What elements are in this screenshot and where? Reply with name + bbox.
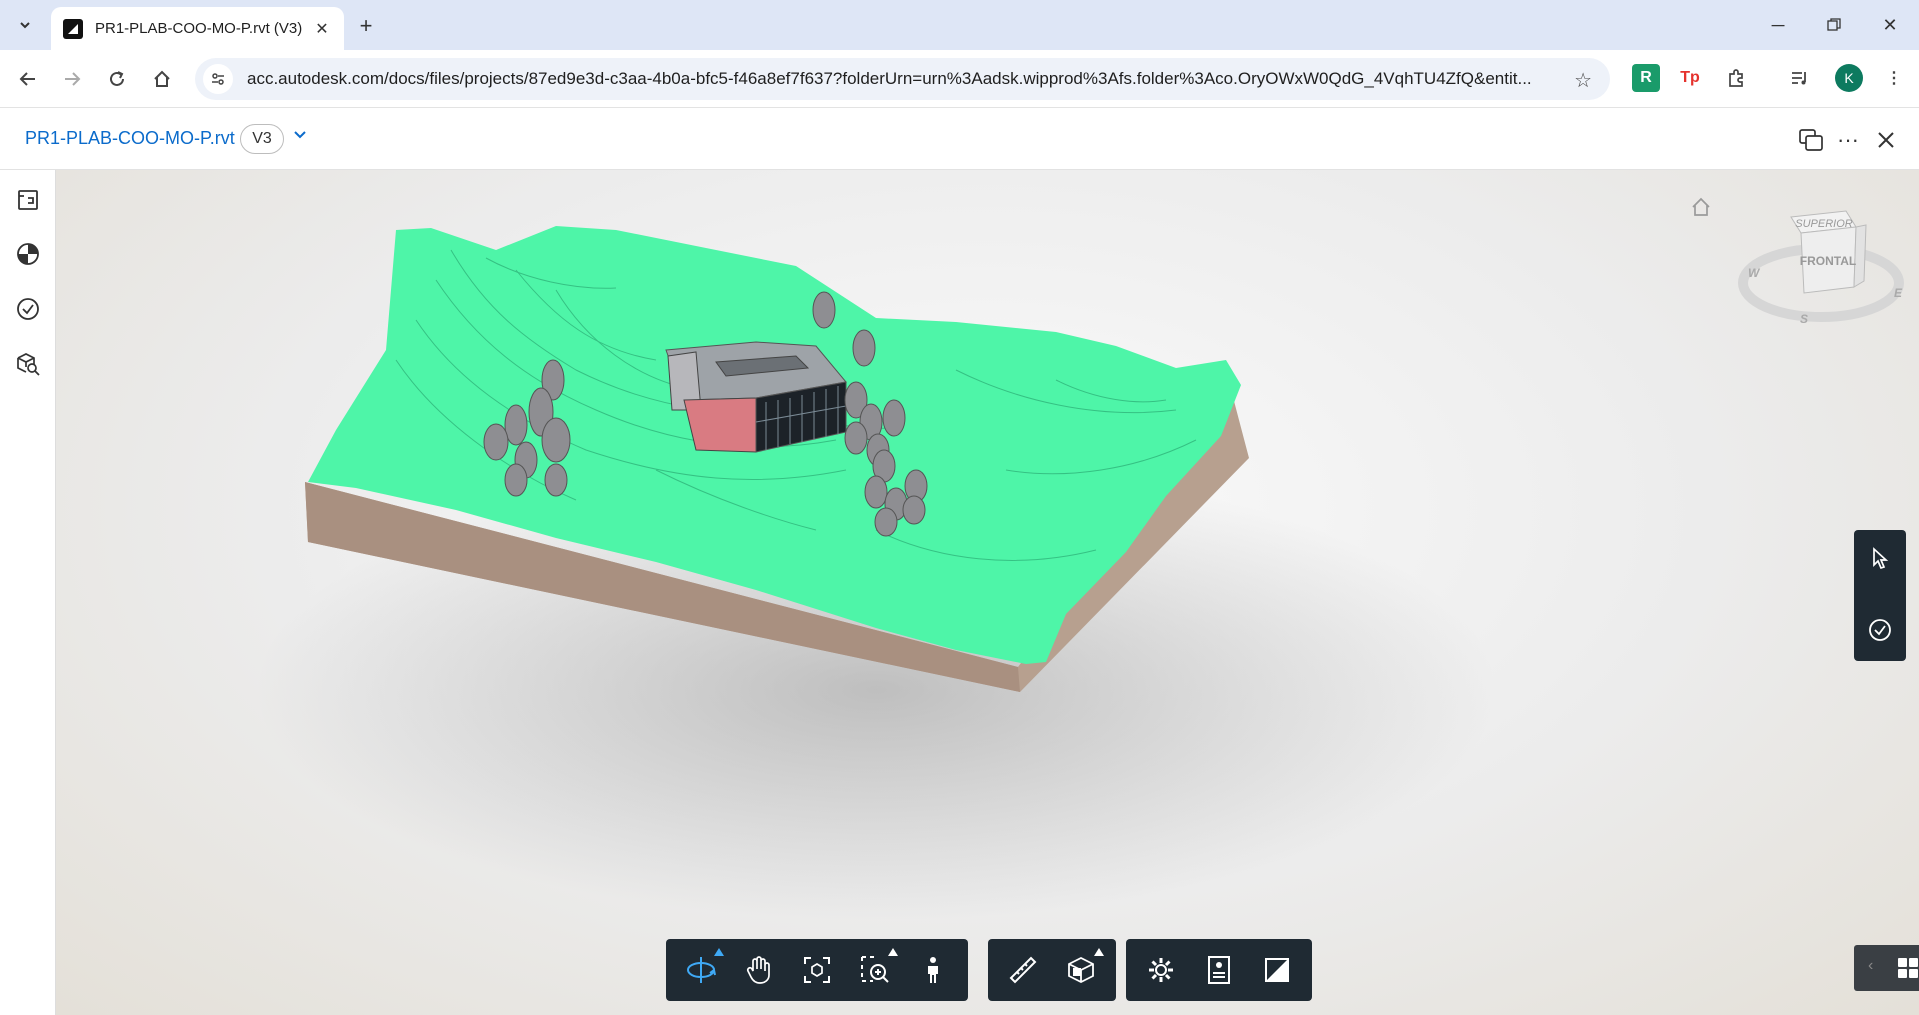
extension-r-icon[interactable]: R bbox=[1632, 64, 1660, 92]
media-controls-icon[interactable] bbox=[1786, 64, 1814, 92]
close-window-button[interactable]: ✕ bbox=[1867, 10, 1913, 40]
focus-fit-icon[interactable] bbox=[788, 944, 846, 996]
more-options-icon[interactable]: ··· bbox=[1833, 125, 1863, 155]
home-view-icon[interactable] bbox=[1686, 192, 1716, 222]
orbit-icon[interactable] bbox=[672, 944, 730, 996]
file-name-link[interactable]: PR1-PLAB-COO-MO-P.rvt bbox=[25, 128, 235, 149]
tab-close-icon[interactable]: ✕ bbox=[312, 19, 332, 39]
tab-search-chevron-icon[interactable] bbox=[12, 12, 38, 38]
browser-tab-active[interactable]: PR1-PLAB-COO-MO-P.rvt (V3) ✕ bbox=[51, 7, 344, 50]
select-cursor-icon[interactable] bbox=[1862, 540, 1898, 576]
section-analysis-icon[interactable] bbox=[1052, 944, 1110, 996]
first-person-walk-icon[interactable] bbox=[904, 944, 962, 996]
model-browser-prev-icon[interactable]: ‹ bbox=[1868, 957, 1873, 975]
compass-west-label: W bbox=[1748, 266, 1761, 280]
viewcube-top-label: SUPERIOR bbox=[1795, 218, 1853, 230]
new-tab-button[interactable]: + bbox=[352, 12, 380, 40]
extensions-puzzle-icon[interactable] bbox=[1722, 64, 1750, 92]
orbit-flyout-indicator bbox=[714, 948, 724, 956]
properties-panel-icon[interactable] bbox=[1190, 944, 1248, 996]
navigation-toolbar bbox=[666, 939, 968, 1001]
zoom-flyout-indicator bbox=[888, 948, 898, 956]
measure-ruler-icon[interactable] bbox=[994, 944, 1052, 996]
reload-icon[interactable] bbox=[101, 63, 133, 95]
sheets-views-icon[interactable] bbox=[12, 184, 44, 216]
extension-r-label: R bbox=[1640, 69, 1652, 86]
model-viewer-canvas[interactable]: SUPERIOR FRONTAL W E S ‹ bbox=[56, 170, 1919, 1015]
version-dropdown-chevron-icon[interactable] bbox=[293, 128, 307, 147]
site-info-icon[interactable] bbox=[203, 64, 233, 94]
left-tool-rail bbox=[0, 170, 56, 1015]
building-model bbox=[665, 341, 847, 453]
back-arrow-icon[interactable] bbox=[12, 63, 44, 95]
browser-toolbar: acc.autodesk.com/docs/files/projects/87e… bbox=[0, 50, 1919, 108]
minimize-window-button[interactable]: ─ bbox=[1755, 10, 1801, 40]
profile-initial: K bbox=[1844, 70, 1854, 86]
version-badge[interactable]: V3 bbox=[240, 124, 284, 154]
url-text[interactable]: acc.autodesk.com/docs/files/projects/87e… bbox=[247, 69, 1557, 89]
address-bar[interactable]: acc.autodesk.com/docs/files/projects/87e… bbox=[195, 58, 1610, 100]
viewcube[interactable]: SUPERIOR FRONTAL W E S bbox=[1736, 205, 1906, 335]
section-flyout-indicator bbox=[1094, 948, 1104, 956]
tab-title: PR1-PLAB-COO-MO-P.rvt (V3) bbox=[95, 20, 303, 37]
profile-avatar[interactable]: K bbox=[1835, 64, 1863, 92]
model-browser-button[interactable]: ‹ › bbox=[1854, 945, 1919, 991]
model-search-icon[interactable] bbox=[12, 348, 44, 380]
compass-south-label: S bbox=[1800, 312, 1808, 326]
create-issue-icon[interactable] bbox=[1862, 612, 1898, 648]
compare-views-icon[interactable] bbox=[1796, 125, 1826, 155]
extension-tp-label: Tp bbox=[1680, 69, 1700, 86]
restore-window-button[interactable] bbox=[1811, 10, 1857, 40]
measure-toolbar bbox=[988, 939, 1116, 1001]
settings-toolbar bbox=[1126, 939, 1312, 1001]
browser-menu-icon[interactable]: ⋮ bbox=[1880, 64, 1908, 92]
issues-check-icon[interactable] bbox=[12, 293, 44, 325]
fullscreen-icon[interactable] bbox=[1248, 944, 1306, 996]
home-icon[interactable] bbox=[146, 63, 178, 95]
browser-tabstrip: PR1-PLAB-COO-MO-P.rvt (V3) ✕ + ─ ✕ bbox=[0, 0, 1919, 50]
markup-layers-icon[interactable] bbox=[12, 238, 44, 270]
side-tools-panel bbox=[1854, 530, 1906, 661]
grid-view-icon bbox=[1898, 958, 1918, 978]
pan-hand-icon[interactable] bbox=[730, 944, 788, 996]
compass-east-label: E bbox=[1894, 286, 1903, 300]
bookmark-star-icon[interactable]: ☆ bbox=[1574, 68, 1592, 93]
forward-arrow-icon[interactable] bbox=[56, 63, 88, 95]
app-header: PR1-PLAB-COO-MO-P.rvt V3 ··· bbox=[0, 108, 1919, 170]
viewcube-front-label: FRONTAL bbox=[1800, 254, 1856, 268]
zoom-window-icon[interactable] bbox=[846, 944, 904, 996]
settings-gear-icon[interactable] bbox=[1132, 944, 1190, 996]
autodesk-favicon-icon bbox=[63, 18, 83, 39]
close-viewer-icon[interactable] bbox=[1871, 125, 1901, 155]
site-model-3d bbox=[256, 226, 1496, 920]
extension-tp-icon[interactable]: Tp bbox=[1676, 64, 1704, 92]
